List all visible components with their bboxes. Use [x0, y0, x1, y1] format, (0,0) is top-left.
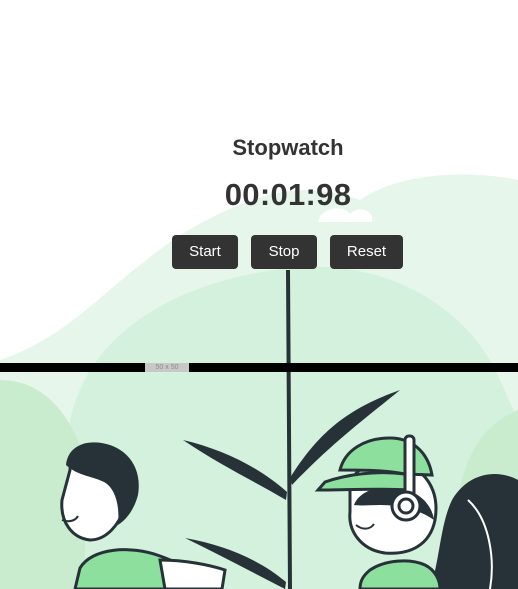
stop-button[interactable]: Stop — [251, 235, 317, 269]
background-illustration — [0, 174, 518, 589]
stopwatch-time-display: 00:01:98 — [224, 177, 352, 212]
start-button[interactable]: Start — [172, 235, 238, 269]
plant-stem — [286, 269, 292, 589]
ad-placeholder-image: 50 x 50 — [145, 363, 189, 372]
stopwatch-title: Stopwatch — [232, 135, 344, 160]
reset-button[interactable]: Reset — [330, 235, 403, 269]
ad-banner-bar — [0, 363, 518, 372]
